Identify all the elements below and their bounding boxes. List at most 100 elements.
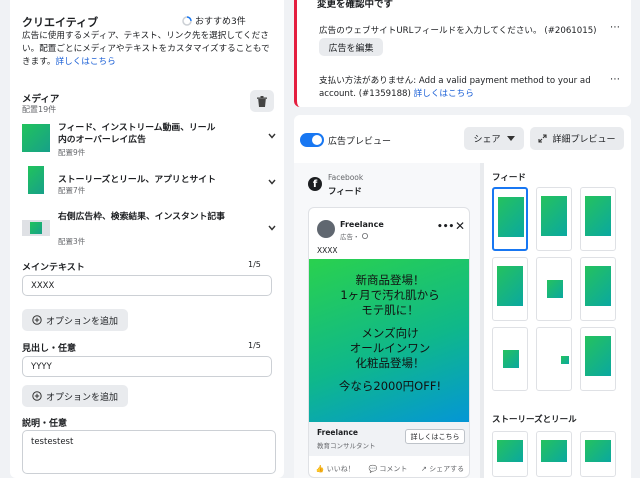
error-item-text: 広告のウェブサイトURLフィールドを入力してください。 (#2061015) <box>319 26 597 36</box>
share-post-button[interactable]: ↗ シェアする <box>421 464 464 474</box>
more-options-icon[interactable]: ⋯ <box>610 74 620 85</box>
recommendations[interactable]: おすすめ3件 <box>182 14 246 27</box>
ad-creative-image: 新商品登場！ 1ヶ月で汚れ肌から モテ肌に！ メンズ向け オールインワン 化粧品登場！ … <box>309 259 469 422</box>
delete-media-button[interactable] <box>250 90 274 112</box>
close-icon[interactable]: ✕ <box>455 219 465 233</box>
add-option-label: オプションを追加 <box>45 392 118 403</box>
post-headline: Freelance <box>317 428 359 437</box>
placement-thumbnail-creative <box>561 356 569 364</box>
caret-down-icon <box>506 136 515 141</box>
placement-thumbnail[interactable] <box>492 257 528 321</box>
creative-line: オールインワン <box>349 341 431 355</box>
creative-panel: クリエイティブ おすすめ3件 広告に使用するメディア、テキスト、リンク先を選択し… <box>10 0 284 478</box>
main-preview-area: f Facebook フィード Freelance 広告・ ••• ✕ XXXX… <box>294 163 480 478</box>
ad-preview-panel: 広告プレビュー シェア 詳細プレビュー f Facebook フィード Free… <box>294 115 631 478</box>
section-title-stories: ストーリーズとリール <box>492 415 577 425</box>
placement-thumbnail[interactable] <box>536 187 572 251</box>
spinner-icon <box>182 15 192 26</box>
placement-thumbnail[interactable] <box>536 327 572 391</box>
media-group-feed[interactable]: フィード、インストリーム動画、リール内のオーバーレイ広告 配置9件 <box>22 120 276 158</box>
errors-title: 変更を確認中です <box>317 0 394 10</box>
creative-copy: 新商品登場！ 1ヶ月で汚れ肌から モテ肌に！ メンズ向け オールインワン 化粧品登場！ … <box>309 259 469 394</box>
media-thumbnail <box>22 220 50 236</box>
avatar <box>317 220 335 238</box>
media-thumbnail <box>28 166 44 194</box>
advanced-preview-button[interactable]: 詳細プレビュー <box>530 127 624 150</box>
preview-toggle[interactable] <box>300 133 324 147</box>
placement-thumbnail[interactable] <box>580 327 616 391</box>
creative-title: クリエイティブ <box>22 16 99 29</box>
post-primary-text: XXXX <box>317 246 338 255</box>
add-option-label: オプションを追加 <box>45 316 118 327</box>
placement-thumbnail[interactable] <box>492 187 528 251</box>
placement-thumbnail-creative <box>497 266 523 306</box>
error-item-text: 支払い方法がありません: Add a valid payment method … <box>319 76 591 99</box>
chevron-down-icon <box>268 132 276 142</box>
plus-circle-icon <box>32 315 42 325</box>
edit-ad-button[interactable]: 広告を編集 <box>319 38 383 56</box>
placement-thumbnail-creative <box>585 266 611 306</box>
media-group-count: 配置7件 <box>58 186 86 195</box>
placement-thumbnail[interactable] <box>536 431 572 477</box>
preview-toggle-label: 広告プレビュー <box>328 137 392 147</box>
learn-more-link[interactable]: 詳しくはこちら <box>414 89 474 99</box>
creative-line: 新商品登場！ <box>355 273 425 287</box>
placement-thumbnail-creative <box>503 350 519 368</box>
media-thumbnail <box>22 124 50 152</box>
media-count: 配置19件 <box>22 105 57 114</box>
media-group-label: ストーリーズとリール、アプリとサイト <box>58 175 216 185</box>
placement-thumbnail-creative <box>585 440 611 462</box>
like-button[interactable]: 👍 いいね！ <box>316 464 355 474</box>
media-title: メディア <box>22 94 60 105</box>
placement-thumbnail[interactable] <box>492 431 528 477</box>
placement-thumbnail-creative <box>498 197 524 237</box>
recommend-label: おすすめ3件 <box>195 17 246 27</box>
placements-sidebar: フィード ストーリーズとリール <box>484 163 631 478</box>
placement-label: フィード <box>328 187 362 197</box>
creative-line: モテ肌に！ <box>361 303 419 317</box>
facebook-icon: f <box>308 177 322 191</box>
creative-line <box>309 371 469 379</box>
add-headline-option-button[interactable]: オプションを追加 <box>22 385 128 407</box>
headline-input[interactable]: YYYY <box>22 356 272 377</box>
more-options-icon[interactable]: ••• <box>437 222 454 232</box>
sponsored-label: 広告・ <box>340 231 368 241</box>
media-group-stories[interactable]: ストーリーズとリール、アプリとサイト 配置7件 <box>22 166 276 202</box>
main-text-counter: 1/5 <box>248 260 261 269</box>
creative-line: 1ヶ月で汚れ肌から <box>340 288 440 302</box>
creative-description: 広告に使用するメディア、テキスト、リンク先を選択してください。配置ごとにメディア… <box>22 31 270 67</box>
chevron-down-icon <box>268 224 276 234</box>
review-errors-panel: 変更を確認中です 広告のウェブサイトURLフィールドを入力してください。 (#2… <box>294 0 631 107</box>
page-name: Freelance <box>340 220 384 229</box>
platform-label: Facebook <box>328 173 364 182</box>
learn-more-link[interactable]: 詳しくはこちら <box>56 57 116 67</box>
media-group-right-column[interactable]: 右側広告枠、検索結果、インスタント記事 配置3件 <box>22 210 276 250</box>
description-textarea[interactable]: testestest <box>22 430 276 474</box>
more-options-icon[interactable]: ⋯ <box>610 22 620 33</box>
placement-thumbnail[interactable] <box>580 431 616 477</box>
placement-thumbnail[interactable] <box>536 257 572 321</box>
creative-line: メンズ向け <box>361 326 419 340</box>
post-subtitle: 教育コンサルタント <box>317 442 376 450</box>
main-text-input[interactable]: XXXX <box>22 275 272 296</box>
feed-post-card: Freelance 広告・ ••• ✕ XXXX 新商品登場！ 1ヶ月で汚れ肌から… <box>308 207 470 478</box>
placement-thumbnail-creative <box>541 440 567 462</box>
share-button[interactable]: シェア <box>464 127 524 150</box>
headline-label: 見出し・任意 <box>22 344 77 354</box>
placement-thumbnail[interactable] <box>580 257 616 321</box>
post-link-bar[interactable]: Freelance 教育コンサルタント 詳しくはこちら <box>309 422 469 456</box>
description-label: 説明・任意 <box>22 419 68 429</box>
creative-line: 化粧品登場！ <box>355 356 425 370</box>
plus-circle-icon <box>32 391 42 401</box>
media-group-count: 配置9件 <box>58 148 86 157</box>
comment-button[interactable]: 💬 コメント <box>368 464 407 474</box>
creative-line: 今なら2000円OFF! <box>338 379 442 393</box>
creative-line <box>309 318 469 326</box>
chevron-down-icon <box>268 178 276 188</box>
section-title-feed: フィード <box>492 173 526 183</box>
cta-button[interactable]: 詳しくはこちら <box>405 429 465 444</box>
add-main-text-option-button[interactable]: オプションを追加 <box>22 309 128 331</box>
placement-thumbnail[interactable] <box>580 187 616 251</box>
placement-thumbnail[interactable] <box>492 327 528 391</box>
trash-icon <box>257 95 267 107</box>
